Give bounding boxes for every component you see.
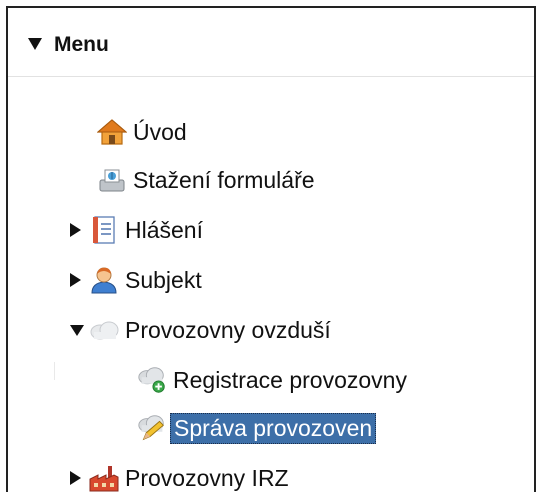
menu-item-subjekt[interactable]: Subjekt (70, 260, 205, 300)
menu-item-label: Správa provozoven (170, 412, 377, 444)
menu-item-registrace-provozovny[interactable]: Registrace provozovny (136, 360, 410, 400)
menu-tree: Úvod Stažení formuláře Hlášení Subjekt P… (8, 76, 534, 492)
menu-item-provozovny-irz[interactable]: Provozovny IRZ (70, 458, 292, 498)
menu-item-uvod[interactable]: Úvod (96, 112, 190, 152)
menu-item-provozovny-ovzdusi[interactable]: Provozovny ovzduší (70, 310, 334, 350)
expand-arrow-icon[interactable] (70, 220, 88, 240)
menu-item-label: Hlášení (125, 216, 203, 243)
menu-item-label: Provozovny ovzduší (125, 316, 331, 343)
menu-item-label: Subjekt (125, 266, 202, 293)
menu-item-sprava-provozoven[interactable]: Správa provozoven (136, 408, 377, 448)
cloud-add-icon (136, 364, 168, 396)
collapse-arrow-icon[interactable] (70, 320, 88, 340)
cloud-edit-icon (136, 412, 168, 444)
menu-item-stazeni-formulare[interactable]: Stažení formuláře (96, 160, 318, 200)
download-form-icon (96, 164, 128, 196)
menu-item-label: Registrace provozovny (173, 366, 407, 393)
menu-title: Menu (54, 33, 109, 56)
factory-icon (88, 462, 120, 494)
expand-arrow-icon[interactable] (70, 270, 88, 290)
tree-guide-line (54, 362, 55, 380)
menu-item-label: Úvod (133, 118, 187, 145)
notebook-icon (88, 214, 120, 246)
user-icon (88, 264, 120, 296)
menu-item-label: Provozovny IRZ (125, 464, 289, 491)
cloud-icon (88, 314, 120, 346)
home-icon (96, 116, 128, 148)
menu-header[interactable]: Menu (8, 8, 534, 77)
collapse-arrow-icon[interactable] (28, 38, 42, 50)
menu-item-label: Stažení formuláře (133, 166, 315, 193)
expand-arrow-icon[interactable] (70, 468, 88, 488)
menu-item-hlaseni[interactable]: Hlášení (70, 210, 206, 250)
menu-panel: Menu Úvod Stažení formuláře Hlášení Subj… (6, 6, 536, 492)
